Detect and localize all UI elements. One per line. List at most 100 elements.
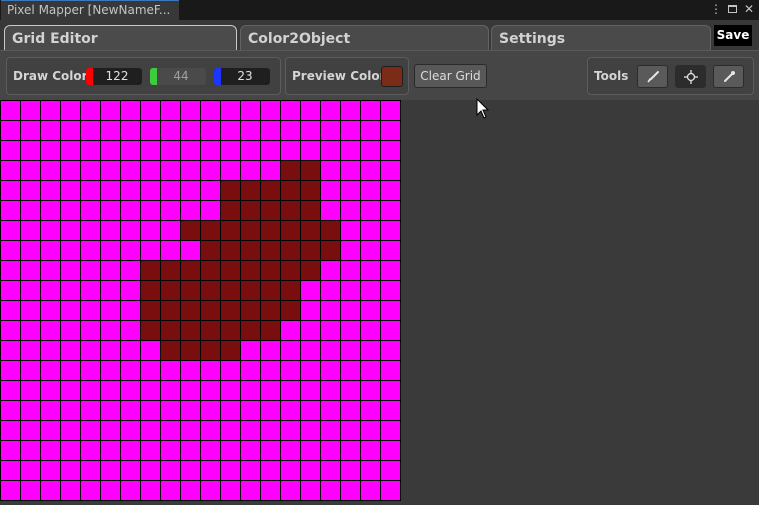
crosshair-tool-button[interactable] [675, 65, 706, 88]
grid-cell[interactable] [361, 361, 381, 381]
grid-cell[interactable] [161, 421, 181, 441]
grid-cell[interactable] [221, 101, 241, 121]
grid-cell[interactable] [41, 261, 61, 281]
grid-cell[interactable] [261, 461, 281, 481]
green-channel-field[interactable]: 44 [150, 68, 206, 85]
grid-cell[interactable] [161, 321, 181, 341]
grid-cell[interactable] [121, 441, 141, 461]
grid-cell[interactable] [261, 101, 281, 121]
grid-cell[interactable] [301, 441, 321, 461]
grid-cell[interactable] [1, 161, 21, 181]
tab-settings[interactable]: Settings [491, 25, 711, 51]
grid-cell[interactable] [61, 101, 81, 121]
grid-cell[interactable] [81, 181, 101, 201]
grid-cell[interactable] [281, 341, 301, 361]
grid-cell[interactable] [1, 221, 21, 241]
grid-cell[interactable] [201, 281, 221, 301]
brush-tool-button[interactable] [637, 65, 668, 88]
grid-cell[interactable] [81, 201, 101, 221]
grid-cell[interactable] [121, 201, 141, 221]
grid-cell[interactable] [141, 441, 161, 461]
grid-cell[interactable] [261, 121, 281, 141]
grid-cell[interactable] [41, 101, 61, 121]
grid-cell[interactable] [41, 181, 61, 201]
grid-cell[interactable] [321, 441, 341, 461]
grid-cell[interactable] [361, 381, 381, 401]
grid-cell[interactable] [61, 181, 81, 201]
grid-cell[interactable] [141, 181, 161, 201]
grid-cell[interactable] [221, 361, 241, 381]
grid-cell[interactable] [321, 121, 341, 141]
grid-cell[interactable] [241, 201, 261, 221]
grid-cell[interactable] [1, 181, 21, 201]
grid-cell[interactable] [21, 101, 41, 121]
grid-cell[interactable] [261, 161, 281, 181]
grid-cell[interactable] [341, 101, 361, 121]
grid-cell[interactable] [381, 381, 401, 401]
grid-cell[interactable] [1, 281, 21, 301]
grid-cell[interactable] [241, 161, 261, 181]
grid-cell[interactable] [81, 141, 101, 161]
grid-cell[interactable] [221, 181, 241, 201]
grid-cell[interactable] [181, 481, 201, 501]
grid-cell[interactable] [61, 421, 81, 441]
grid-cell[interactable] [61, 221, 81, 241]
grid-cell[interactable] [161, 261, 181, 281]
grid-cell[interactable] [201, 301, 221, 321]
grid-cell[interactable] [261, 221, 281, 241]
preview-color-swatch[interactable] [381, 66, 403, 87]
grid-cell[interactable] [201, 441, 221, 461]
grid-cell[interactable] [381, 401, 401, 421]
grid-cell[interactable] [281, 241, 301, 261]
grid-cell[interactable] [221, 161, 241, 181]
grid-cell[interactable] [281, 481, 301, 501]
grid-cell[interactable] [81, 401, 101, 421]
grid-cell[interactable] [321, 321, 341, 341]
grid-cell[interactable] [21, 301, 41, 321]
grid-cell[interactable] [281, 301, 301, 321]
grid-cell[interactable] [141, 121, 161, 141]
grid-cell[interactable] [221, 481, 241, 501]
grid-cell[interactable] [181, 241, 201, 261]
grid-cell[interactable] [41, 161, 61, 181]
grid-cell[interactable] [261, 381, 281, 401]
grid-cell[interactable] [261, 441, 281, 461]
grid-cell[interactable] [201, 161, 221, 181]
grid-cell[interactable] [241, 461, 261, 481]
grid-cell[interactable] [341, 121, 361, 141]
grid-cell[interactable] [61, 201, 81, 221]
grid-cell[interactable] [381, 481, 401, 501]
grid-cell[interactable] [361, 321, 381, 341]
grid-cell[interactable] [161, 341, 181, 361]
grid-cell[interactable] [101, 261, 121, 281]
grid-cell[interactable] [121, 161, 141, 181]
grid-cell[interactable] [81, 241, 101, 261]
grid-cell[interactable] [281, 421, 301, 441]
grid-cell[interactable] [161, 101, 181, 121]
grid-cell[interactable] [341, 281, 361, 301]
grid-cell[interactable] [181, 201, 201, 221]
grid-cell[interactable] [181, 281, 201, 301]
grid-cell[interactable] [381, 141, 401, 161]
grid-cell[interactable] [301, 281, 321, 301]
grid-cell[interactable] [21, 141, 41, 161]
grid-cell[interactable] [201, 121, 221, 141]
grid-cell[interactable] [361, 481, 381, 501]
pixel-grid[interactable] [0, 100, 401, 501]
grid-cell[interactable] [201, 241, 221, 261]
grid-cell[interactable] [281, 261, 301, 281]
grid-cell[interactable] [261, 181, 281, 201]
grid-cell[interactable] [321, 361, 341, 381]
grid-cell[interactable] [301, 301, 321, 321]
grid-cell[interactable] [341, 261, 361, 281]
grid-cell[interactable] [321, 461, 341, 481]
grid-cell[interactable] [201, 421, 221, 441]
grid-cell[interactable] [121, 361, 141, 381]
grid-cell[interactable] [41, 381, 61, 401]
grid-cell[interactable] [161, 381, 181, 401]
grid-cell[interactable] [321, 201, 341, 221]
grid-cell[interactable] [321, 261, 341, 281]
grid-cell[interactable] [161, 201, 181, 221]
grid-cell[interactable] [141, 401, 161, 421]
window-title-tab[interactable]: Pixel Mapper [NewNameF... [1, 0, 179, 20]
